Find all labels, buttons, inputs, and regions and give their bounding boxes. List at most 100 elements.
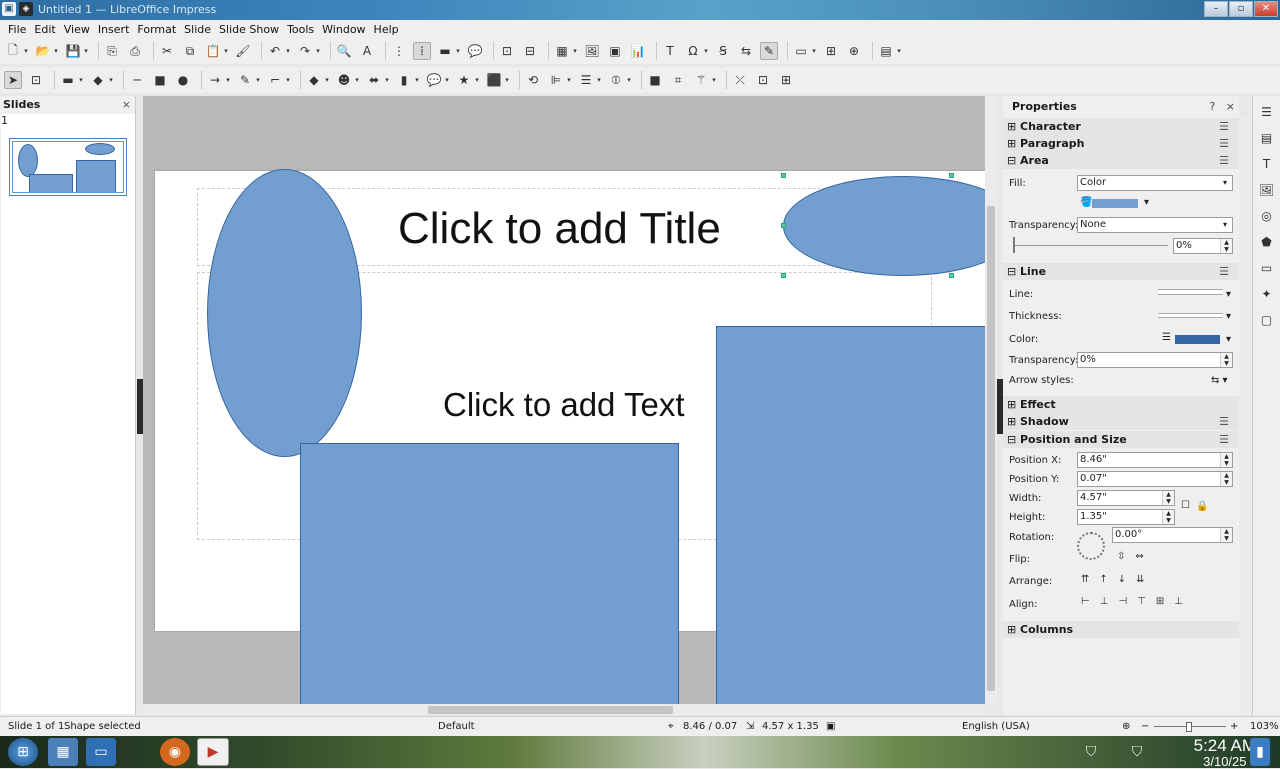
maximize-button[interactable]: ▫	[1229, 1, 1253, 17]
selection-handle[interactable]	[781, 273, 786, 278]
distribute-dropdown-icon[interactable]: ▾	[625, 71, 633, 89]
impress-taskbar-icon[interactable]: ▶	[197, 738, 229, 766]
cut-icon[interactable]: ✂	[158, 42, 176, 60]
height-field[interactable]: 1.35" ▲ ▼	[1077, 509, 1175, 525]
paste-dropdown-icon[interactable]: ▾	[222, 42, 230, 60]
bring-to-front-icon[interactable]: ⇈	[1081, 574, 1089, 585]
menu-slide-show[interactable]: Slide Show	[215, 23, 283, 36]
menu-help[interactable]: Help	[370, 23, 403, 36]
arrange-icon[interactable]: ☰	[577, 71, 595, 89]
grid-icon[interactable]: ⋮	[390, 42, 408, 60]
symbol-shapes-dropdown-icon[interactable]: ▾	[353, 71, 361, 89]
transparency-slider-handle[interactable]	[1013, 237, 1015, 253]
paste-icon[interactable]: 📋	[204, 42, 222, 60]
line-style-dropdown-icon[interactable]: ▾	[1226, 289, 1231, 300]
section-position-size[interactable]: ⊟ Position and Size ☰	[1003, 431, 1239, 448]
flowchart-dropdown-icon[interactable]: ▾	[413, 71, 421, 89]
redo-icon[interactable]: ↷	[296, 42, 314, 60]
title-placeholder-text[interactable]: Click to add Title	[398, 204, 721, 254]
zoom-in-icon[interactable]: +	[1230, 717, 1238, 737]
arrow-styles-icon[interactable]: ⇆ ▾	[1211, 375, 1228, 386]
menu-tools[interactable]: Tools	[283, 23, 318, 36]
rectangle-shape-bottom[interactable]	[300, 443, 679, 704]
lines-arrows-icon[interactable]: →	[206, 71, 224, 89]
helplines-icon[interactable]: ⁞	[413, 42, 431, 60]
display-views-dropdown-icon[interactable]: ▾	[454, 42, 462, 60]
menu-slide[interactable]: Slide	[180, 23, 215, 36]
start-first-slide-icon[interactable]: ⊡	[498, 42, 516, 60]
status-zoom[interactable]: 103%	[1250, 717, 1279, 737]
special-character-icon[interactable]: Ω	[684, 42, 702, 60]
selection-handle[interactable]	[949, 173, 954, 178]
callouts-icon[interactable]: 💬	[425, 71, 443, 89]
section-menu-icon[interactable]: ☰	[1219, 118, 1229, 135]
line-transparency-field[interactable]: 0% ▲ ▼	[1077, 352, 1233, 368]
position-x-field[interactable]: 8.46" ▲ ▼	[1077, 452, 1233, 468]
zoom-slider-handle[interactable]	[1186, 722, 1192, 732]
block-arrows-icon[interactable]: ⬌	[365, 71, 383, 89]
line-color-dropdown-icon[interactable]: ▾	[1226, 334, 1231, 345]
editor-vertical-scrollbar[interactable]	[985, 96, 997, 704]
points-icon[interactable]: ⊡	[754, 71, 772, 89]
width-field[interactable]: 4.57" ▲ ▼	[1077, 490, 1175, 506]
insert-line-icon[interactable]: ─	[128, 71, 146, 89]
taskbar-clock[interactable]: 5:24 AM 3/10/25	[1194, 737, 1256, 769]
chart-icon[interactable]: 📊	[629, 42, 647, 60]
section-menu-icon[interactable]: ☰	[1219, 263, 1229, 280]
undo-dropdown-icon[interactable]: ▾	[284, 42, 292, 60]
menu-window[interactable]: Window	[318, 23, 369, 36]
toggle-extrusion-icon[interactable]: ⤫	[731, 71, 749, 89]
rotation-field[interactable]: 0.00° ▲ ▼	[1112, 527, 1233, 543]
show-draw-dropdown-icon[interactable]: ▾	[810, 42, 818, 60]
slide-thumbnail-1[interactable]	[9, 138, 127, 196]
section-menu-icon[interactable]: ☰	[1219, 431, 1229, 448]
document-modified-icon[interactable]: ▣	[826, 717, 835, 737]
print-icon[interactable]: ⎙	[126, 42, 144, 60]
minimize-button[interactable]: –	[1204, 1, 1228, 17]
shadow-icon[interactable]: ■	[646, 71, 664, 89]
sidebar-menu-icon[interactable]: ☰	[1259, 104, 1275, 120]
callouts-dropdown-icon[interactable]: ▾	[443, 71, 451, 89]
insert-ellipse-icon[interactable]: ●	[174, 71, 192, 89]
zoom-pan-icon[interactable]: ⊡	[27, 71, 45, 89]
start-current-slide-icon[interactable]: ⊟	[521, 42, 539, 60]
new-slide-icon[interactable]: ⊕	[845, 42, 863, 60]
section-effect[interactable]: ⊞ Effect	[1003, 396, 1239, 413]
media-icon[interactable]: ▣	[606, 42, 624, 60]
fill-type-select[interactable]: Color ▾	[1077, 175, 1233, 191]
navigator-deck-icon[interactable]: ◎	[1259, 208, 1275, 224]
table-dropdown-icon[interactable]: ▾	[571, 42, 579, 60]
ellipse-shape-left[interactable]	[207, 169, 362, 457]
curves-icon[interactable]: ✎	[236, 71, 254, 89]
textbox-icon[interactable]: T	[661, 42, 679, 60]
hyperlink-icon[interactable]: ⇆	[737, 42, 755, 60]
section-menu-icon[interactable]: ☰	[1219, 152, 1229, 169]
tray-security-icon[interactable]: ⛉	[1126, 738, 1148, 766]
new-icon[interactable]: 🗋	[4, 42, 22, 60]
align-left-icon[interactable]: ⊢	[1081, 596, 1090, 607]
menu-view[interactable]: View	[60, 23, 94, 36]
line-thickness-preview[interactable]	[1158, 313, 1223, 318]
slides-pane-close-icon[interactable]: ×	[122, 96, 131, 114]
draw-function-icon[interactable]: ✎	[760, 42, 778, 60]
show-draw-icon[interactable]: ▭	[792, 42, 810, 60]
master-slide-icon[interactable]: ⊞	[822, 42, 840, 60]
filter-icon[interactable]: ⚚	[692, 71, 710, 89]
fill-color-dropdown-icon[interactable]: ▾	[107, 71, 115, 89]
special-character-dropdown-icon[interactable]: ▾	[702, 42, 710, 60]
send-to-back-icon[interactable]: ⇊	[1136, 574, 1144, 585]
slide-layout-dropdown-icon[interactable]: ▾	[895, 42, 903, 60]
tray-shield-icon[interactable]: ⛉	[1080, 738, 1102, 766]
copy-icon[interactable]: ⧉	[181, 42, 199, 60]
selection-handle[interactable]	[949, 273, 954, 278]
distribute-icon[interactable]: ⦶	[607, 71, 625, 89]
line-color-swatch[interactable]	[1175, 335, 1220, 344]
selection-handle[interactable]	[781, 223, 786, 228]
start-button-icon[interactable]: ⊞	[8, 738, 38, 766]
transparency-percent-field[interactable]: 0% ▲ ▼	[1173, 238, 1233, 254]
display-views-icon[interactable]: ▬	[436, 42, 454, 60]
fill-color-icon[interactable]: ◆	[89, 71, 107, 89]
fill-color-swatch[interactable]	[1092, 199, 1138, 208]
insert-rectangle-icon[interactable]: ■	[151, 71, 169, 89]
menu-format[interactable]: Format	[133, 23, 180, 36]
